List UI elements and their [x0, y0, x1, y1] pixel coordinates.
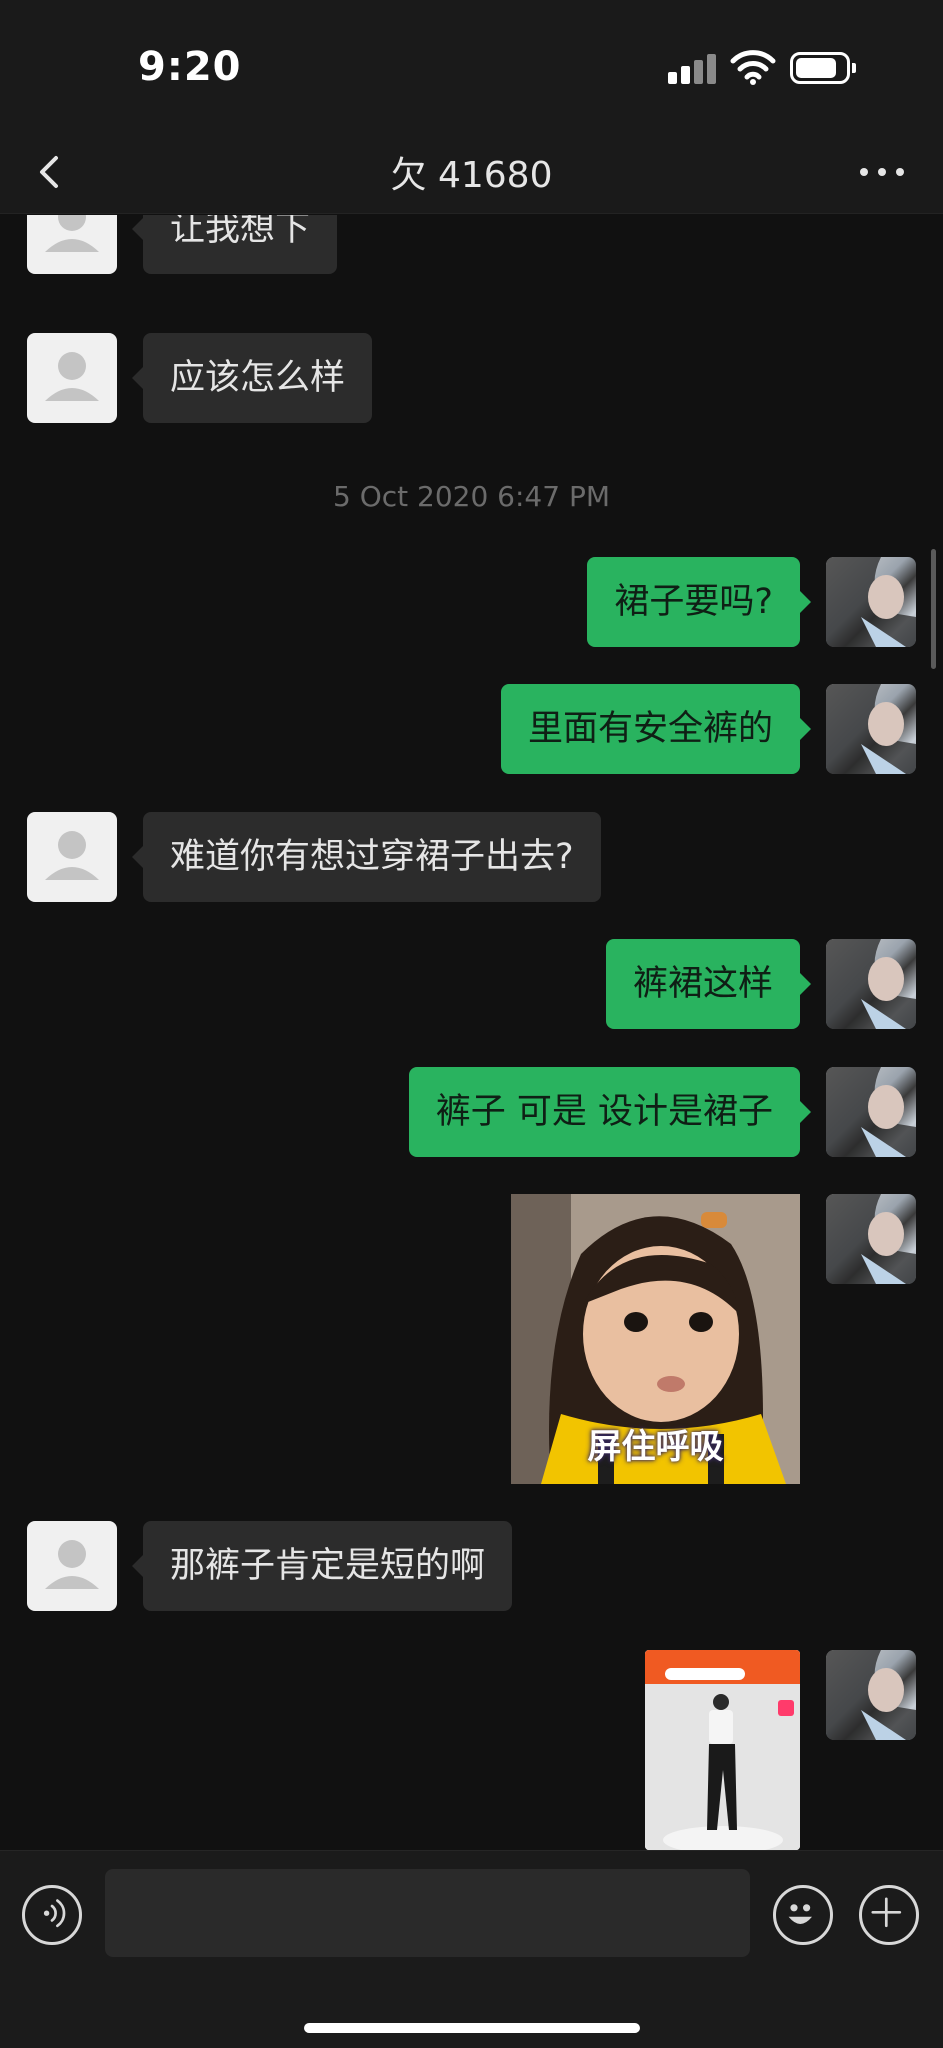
voice-icon[interactable]: [22, 1885, 82, 1945]
message-bubble-outgoing[interactable]: 里面有安全裤的: [500, 684, 812, 774]
message-bubble-incoming[interactable]: 那裤子肯定是短的啊: [131, 1521, 513, 1611]
nav-bar: 欠 41680: [0, 130, 943, 214]
status-time: 9:20: [138, 44, 242, 90]
message-bubble-outgoing[interactable]: 裤裙这样: [605, 939, 812, 1029]
message-bubble-outgoing[interactable]: 裙子要吗?: [587, 557, 811, 647]
my-avatar[interactable]: [826, 557, 916, 647]
battery-icon: [790, 52, 856, 84]
message-bubble-incoming[interactable]: 让我想下: [131, 215, 338, 274]
signal-icon: [668, 54, 716, 84]
message-bubble-incoming[interactable]: 应该怎么样: [131, 333, 373, 423]
contact-avatar[interactable]: [27, 812, 117, 902]
message-input[interactable]: [105, 1869, 750, 1957]
my-avatar[interactable]: [826, 1067, 916, 1157]
my-avatar[interactable]: [826, 939, 916, 1029]
sticker-caption: 屏住呼吸: [587, 1427, 724, 1467]
wifi-icon: [730, 50, 776, 85]
status-bar: 9:20: [0, 0, 943, 130]
my-avatar[interactable]: [826, 1650, 916, 1740]
more-icon[interactable]: [858, 154, 906, 190]
input-bar: [0, 1850, 943, 2048]
my-avatar[interactable]: [826, 1194, 916, 1284]
emoji-icon[interactable]: [773, 1885, 833, 1945]
scrollbar[interactable]: [931, 549, 936, 669]
home-indicator[interactable]: [304, 2023, 640, 2033]
contact-avatar[interactable]: [27, 333, 117, 423]
sticker-image[interactable]: 屏住呼吸: [511, 1194, 800, 1484]
chat-title: 欠 41680: [390, 155, 553, 196]
my-avatar[interactable]: [826, 684, 916, 774]
contact-avatar[interactable]: [27, 1521, 117, 1611]
contact-avatar[interactable]: [27, 215, 117, 274]
product-screenshot-image[interactable]: [645, 1650, 800, 1850]
message-bubble-outgoing[interactable]: 裤子 可是 设计是裙子: [408, 1067, 812, 1157]
chat-area[interactable]: 让我想下 应该怎么样 5 Oct 2020 6:47 PM 裙子要吗? 里面有安…: [0, 215, 943, 1850]
plus-icon[interactable]: [859, 1885, 919, 1945]
message-bubble-incoming[interactable]: 难道你有想过穿裙子出去?: [132, 812, 601, 902]
message-timestamp: 5 Oct 2020 6:47 PM: [332, 480, 610, 513]
